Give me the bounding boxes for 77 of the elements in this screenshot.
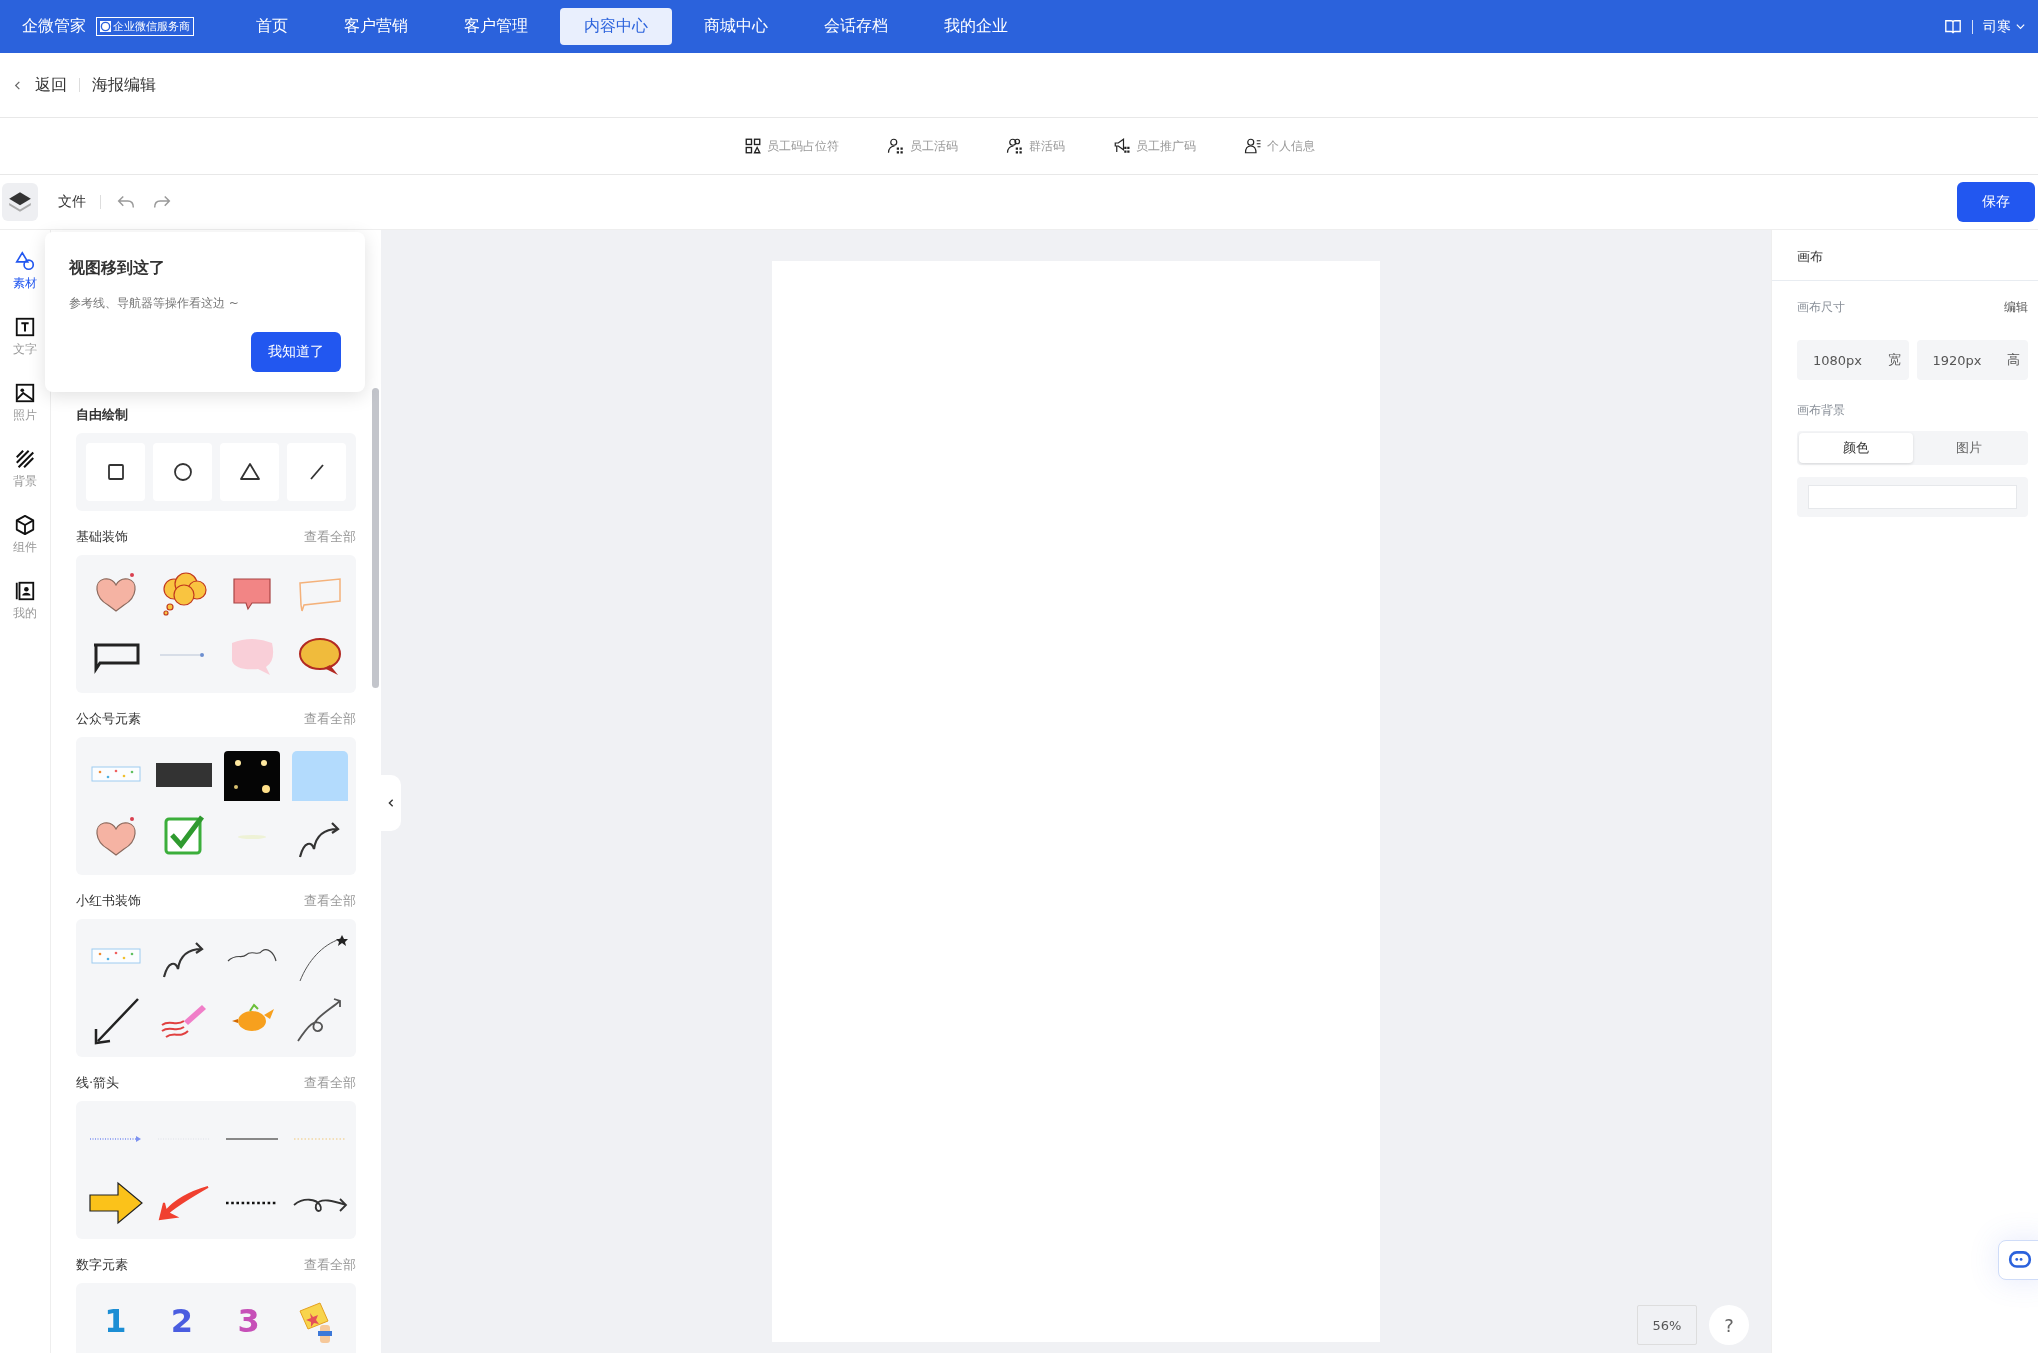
code-tool[interactable]: 群活码	[1005, 137, 1065, 155]
section-title: 公众号元素	[76, 710, 141, 728]
badge-label: 企业微信服务商	[113, 19, 190, 34]
section-title: 线·箭头	[76, 1074, 120, 1092]
section-title: 数字元素	[76, 1256, 128, 1274]
section-title: 自由绘制	[76, 406, 128, 424]
layers-button[interactable]	[2, 183, 38, 221]
zoom-level[interactable]: 56%	[1637, 1305, 1697, 1345]
tip-title: 视图移到这了	[69, 258, 166, 279]
user-menu[interactable]: 司寒	[1983, 17, 2026, 36]
sidebar-tab[interactable]: 照片	[13, 382, 37, 424]
chevron-left-icon	[386, 798, 396, 808]
segment-tab[interactable]: 图片	[1912, 433, 2026, 463]
nav-tab[interactable]: 内容中心	[560, 8, 672, 45]
number-sticker[interactable]: 3	[237, 1304, 260, 1338]
shape-tool-button[interactable]	[220, 443, 279, 501]
edit-link[interactable]: 编辑	[2004, 299, 2028, 328]
stripes-icon	[14, 448, 36, 470]
height-field[interactable]: 1920px 高	[1916, 340, 2028, 380]
text-icon	[14, 316, 36, 338]
chat-button[interactable]	[1998, 1240, 2038, 1280]
nav-tab[interactable]: 我的企业	[920, 8, 1032, 45]
section-title: 基础装饰	[76, 528, 128, 546]
width-field[interactable]: 1080px 宽	[1797, 340, 1909, 380]
sidebar-tab[interactable]: 文字	[13, 316, 37, 358]
sidebar-tab[interactable]: 背景	[13, 448, 37, 490]
help-button[interactable]: ?	[1709, 1305, 1749, 1345]
nav-tab[interactable]: 客户管理	[440, 8, 552, 45]
cube-icon	[14, 514, 36, 536]
save-button[interactable]: 保存	[1957, 182, 2035, 222]
sparkle-drawing[interactable]	[222, 749, 282, 801]
nav-tab[interactable]: 会话存档	[800, 8, 912, 45]
color-swatch-drawing[interactable]	[290, 749, 350, 801]
size-label: 画布尺寸	[1797, 299, 1845, 316]
code-tool[interactable]: 员工码占位符	[743, 137, 839, 155]
page-title: 海报编辑	[92, 74, 156, 96]
shapes-icon	[14, 250, 36, 272]
person-qr-icon	[886, 137, 905, 155]
nav-tab[interactable]: 商城中心	[680, 8, 792, 45]
group-qr-icon	[1005, 137, 1024, 155]
back-link[interactable]: 返回	[35, 74, 67, 96]
color-field[interactable]	[1808, 485, 2017, 509]
view-all-link[interactable]: 查看全部	[304, 528, 356, 546]
code-tool[interactable]: 员工活码	[886, 137, 958, 155]
code-tool[interactable]: 个人信息	[1243, 137, 1315, 155]
nav-tab[interactable]: 首页	[232, 8, 312, 45]
book-icon[interactable]	[1944, 17, 1962, 36]
grid-icon	[743, 137, 762, 155]
image-icon	[14, 382, 36, 404]
chevron-down-icon	[2015, 21, 2026, 32]
shape-tool-button[interactable]	[86, 443, 145, 501]
number-sticker[interactable]: 2	[170, 1304, 194, 1338]
segment-tab[interactable]: 颜色	[1799, 433, 1913, 463]
shape-tool-button[interactable]	[153, 443, 212, 501]
file-menu[interactable]: 文件	[58, 193, 86, 211]
person-info-icon	[1243, 137, 1262, 155]
background-label: 画布背景	[1797, 402, 1846, 419]
view-all-link[interactable]: 查看全部	[304, 892, 356, 910]
profile-card-icon	[14, 580, 36, 602]
got-it-button[interactable]: 我知道了	[251, 332, 341, 372]
sidebar-tab[interactable]: 我的	[13, 580, 37, 622]
chat-icon	[100, 21, 111, 32]
sidebar-tab[interactable]: 组件	[13, 514, 37, 556]
brand-name: 企微管家	[22, 16, 86, 37]
view-all-link[interactable]: 查看全部	[304, 1074, 356, 1092]
megaphone-qr-icon	[1112, 137, 1131, 155]
code-tool[interactable]: 员工推广码	[1112, 137, 1196, 155]
back-icon[interactable]	[12, 79, 23, 91]
panel-title: 画布	[1772, 230, 2038, 281]
section-title: 小红书装饰	[76, 892, 141, 910]
nav-tab[interactable]: 客户营销	[320, 8, 432, 45]
scrollbar[interactable]	[372, 388, 379, 688]
sidebar-tab[interactable]: 素材	[13, 250, 37, 292]
view-all-link[interactable]: 查看全部	[304, 1256, 356, 1274]
tip-text: 参考线、导航器等操作看这边 ~	[69, 295, 240, 312]
view-all-link[interactable]: 查看全部	[304, 710, 356, 728]
number-sticker[interactable]: 1	[104, 1304, 127, 1338]
